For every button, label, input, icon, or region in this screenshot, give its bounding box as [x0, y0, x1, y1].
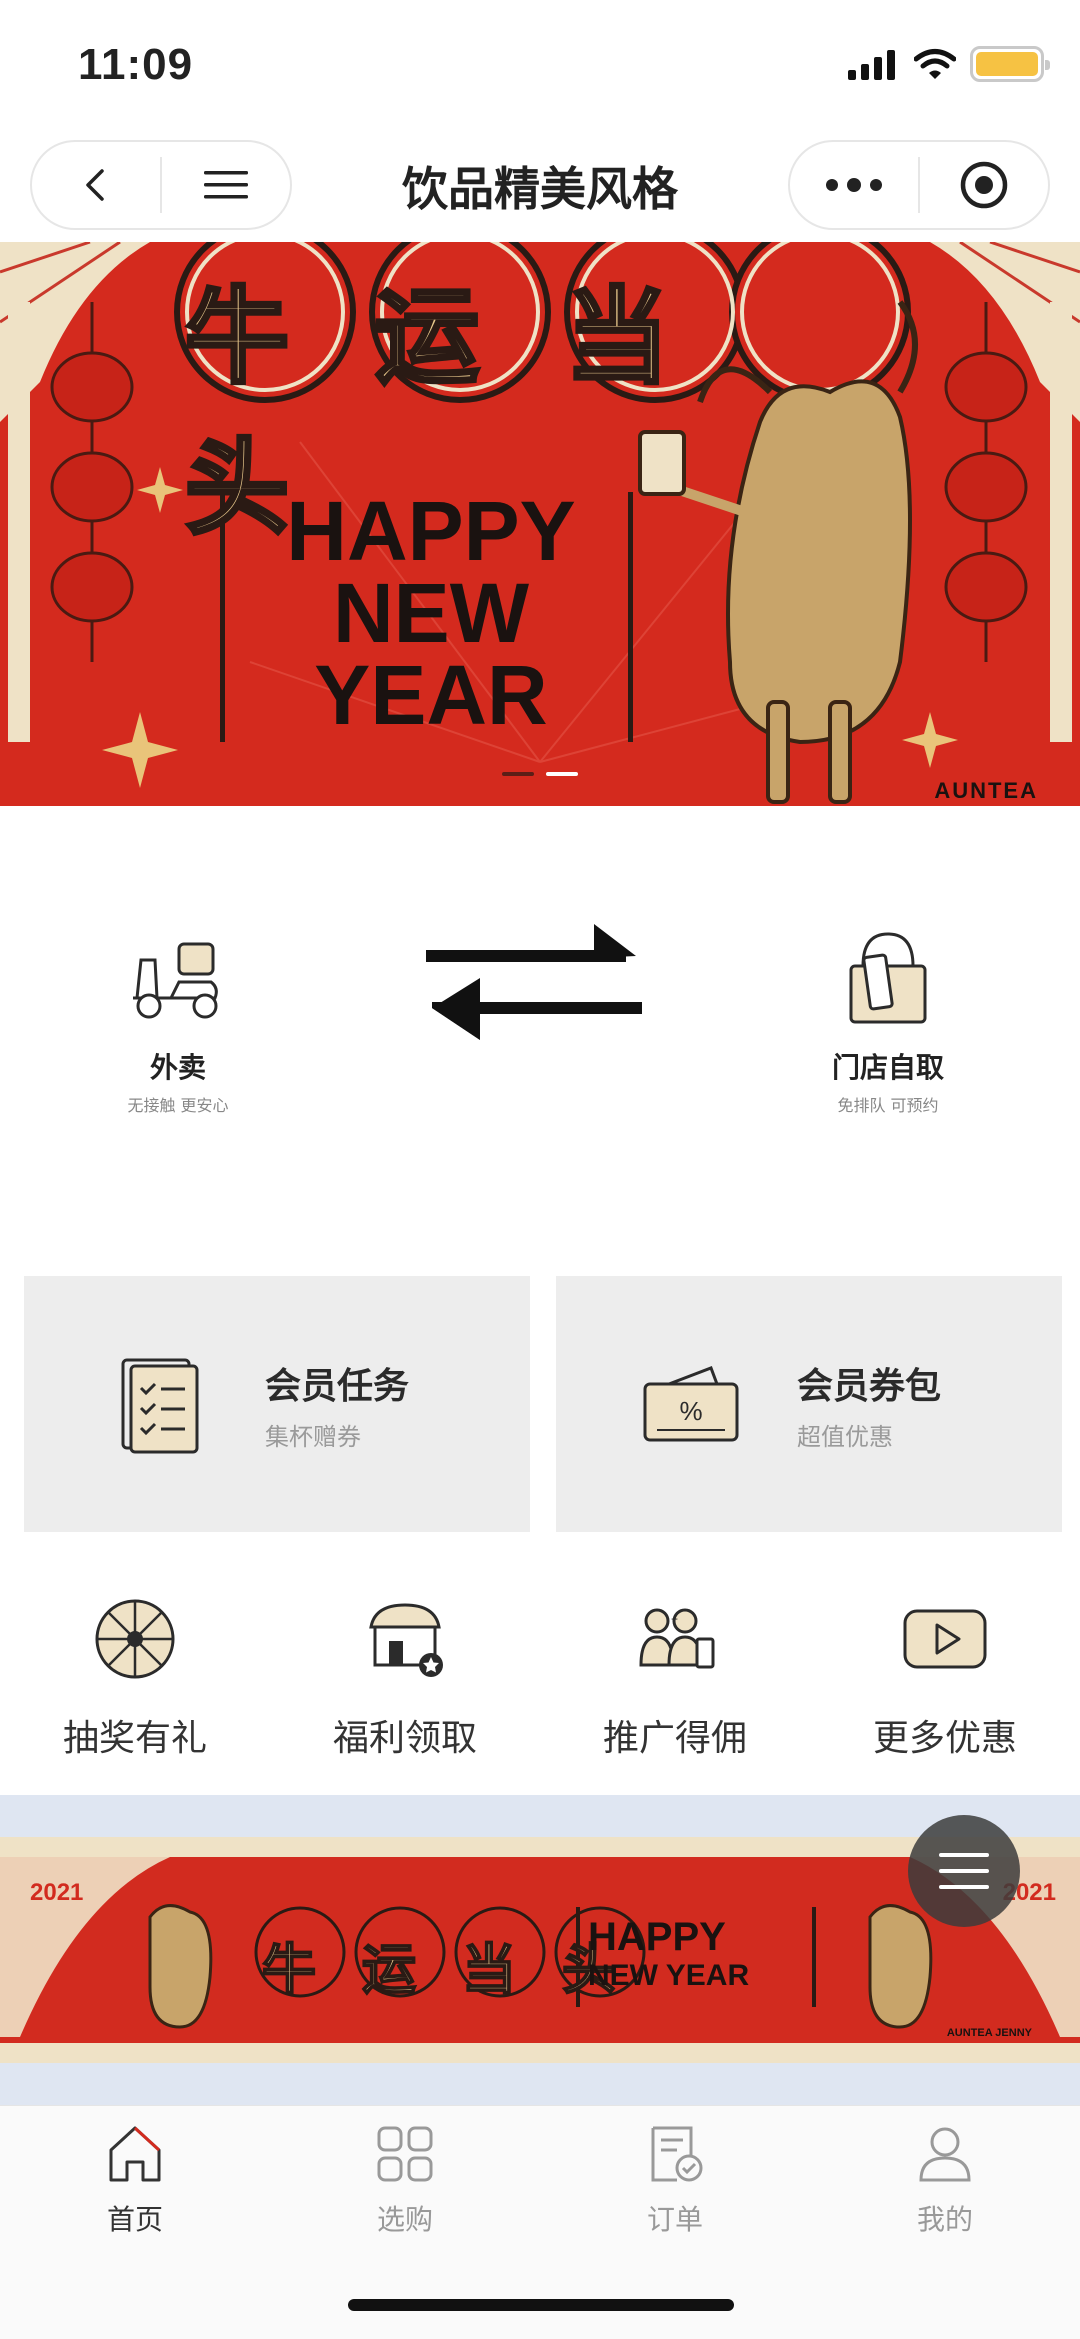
- pickup-label: 门店自取: [831, 1051, 944, 1084]
- member-task-title: 会员任务: [265, 1365, 410, 1407]
- user-icon: [919, 2127, 971, 2182]
- delivery-option[interactable]: 外卖 无接触 更安心: [58, 926, 298, 1116]
- coupon-icon: %: [643, 1366, 739, 1442]
- more-deals-entry[interactable]: 更多优惠: [810, 1595, 1080, 1795]
- prize-wheel-icon: [95, 1599, 175, 1679]
- svg-text:%: %: [679, 1396, 702, 1426]
- benefits-label: 福利领取: [332, 1718, 477, 1759]
- svg-text:+: +: [671, 1612, 678, 1626]
- coupon-pack-sub: 超值优惠: [797, 1422, 893, 1451]
- hero-banner[interactable]: 牛运当头 HAPPY NEW YEAR AUNTEA: [0, 242, 1080, 806]
- more-deals-label: 更多优惠: [872, 1718, 1017, 1759]
- grid-icon: [377, 2126, 433, 2182]
- status-time: 11:09: [78, 40, 194, 89]
- delivery-sub: 无接触 更安心: [127, 1096, 229, 1115]
- quick-entries: 抽奖有礼 福利领取 + 推广得佣 更多优惠: [0, 1595, 1080, 1795]
- order-doc-icon: [651, 2126, 703, 2182]
- play-icon: [903, 1609, 987, 1669]
- tab-orders-label: 订单: [646, 2203, 703, 2236]
- back-arrow-icon: [86, 169, 104, 201]
- tab-home[interactable]: 首页: [0, 2106, 270, 2339]
- promo-brand: AUNTEA JENNY: [946, 2027, 1032, 2039]
- checklist-icon: [121, 1358, 199, 1454]
- banner-pagination: [0, 772, 1080, 776]
- promo-happy: HAPPY: [588, 1915, 726, 1959]
- home-indicator[interactable]: [348, 2299, 734, 2311]
- store-icon: [369, 1603, 443, 1677]
- promo-new-year: NEW YEAR: [588, 1959, 750, 1992]
- hamburger-icon: [204, 171, 248, 199]
- delivery-scooter-icon: [133, 942, 218, 1019]
- home-icon: [109, 2126, 161, 2182]
- promo-year-left: 2021: [30, 1879, 84, 1906]
- delivery-label: 外卖: [149, 1051, 206, 1084]
- benefits-entry[interactable]: 福利领取: [270, 1595, 540, 1795]
- miniprogram-capsule: [788, 140, 1050, 230]
- signal-icon: [848, 50, 895, 80]
- member-cards: 会员任务 集杯赠券 % 会员券包 超值优惠: [0, 1276, 1080, 1534]
- banner-dot-2[interactable]: [546, 772, 578, 776]
- referral-entry[interactable]: + 推广得佣: [540, 1595, 810, 1795]
- tab-home-label: 首页: [106, 2203, 163, 2236]
- menu-button[interactable]: [162, 142, 290, 228]
- nav-bar: 饮品精美风格: [0, 130, 1080, 242]
- nav-left-capsule: [30, 140, 292, 230]
- shopping-bag-icon: [849, 932, 927, 1024]
- tab-me-label: 我的: [916, 2203, 973, 2236]
- battery-icon: [970, 46, 1050, 82]
- wifi-icon: [914, 49, 956, 79]
- floating-menu-button[interactable]: [908, 1815, 1020, 1927]
- tab-me[interactable]: 我的: [810, 2106, 1080, 2339]
- target-icon: [960, 161, 1008, 209]
- tab-shop-label: 选购: [376, 2203, 433, 2236]
- status-icons: [848, 44, 1050, 84]
- switch-arrows-icon[interactable]: [426, 916, 642, 1046]
- banner-line-happy: HAPPY: [286, 484, 576, 578]
- banner-brand: AUNTEA: [934, 778, 1038, 803]
- lottery-entry[interactable]: 抽奖有礼: [0, 1595, 270, 1795]
- status-bar: 11:09: [0, 0, 1080, 130]
- order-mode-section: 外卖 无接触 更安心 门店自取 免排队 可预约: [0, 806, 1080, 1276]
- more-button[interactable]: [790, 142, 918, 228]
- back-button[interactable]: [32, 142, 160, 228]
- pickup-option[interactable]: 门店自取 免排队 可预约: [768, 926, 1008, 1116]
- member-task-sub: 集杯赠券: [265, 1422, 361, 1451]
- coupon-pack-card[interactable]: % 会员券包 超值优惠: [556, 1276, 1062, 1532]
- banner-line-new: NEW: [333, 566, 529, 660]
- people-drink-icon: +: [639, 1608, 715, 1669]
- more-dots-icon: [826, 178, 882, 192]
- pickup-sub: 免排队 可预约: [837, 1096, 939, 1115]
- close-miniprogram-button[interactable]: [920, 142, 1048, 228]
- lottery-label: 抽奖有礼: [62, 1718, 207, 1759]
- referral-label: 推广得佣: [602, 1718, 747, 1759]
- banner-line-year: YEAR: [314, 648, 548, 742]
- coupon-pack-title: 会员券包: [797, 1365, 942, 1407]
- banner-dot-1[interactable]: [502, 772, 534, 776]
- member-task-card[interactable]: 会员任务 集杯赠券: [24, 1276, 530, 1532]
